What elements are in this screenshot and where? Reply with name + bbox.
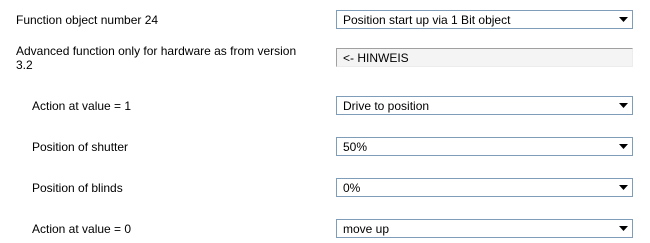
action-value-0-label: Action at value = 0 (32, 222, 132, 236)
position-blinds-dropdown[interactable]: 0% (336, 178, 633, 197)
action-value-1-dropdown[interactable]: Drive to position (336, 96, 633, 115)
position-blinds-label: Position of blinds (32, 181, 123, 195)
action-value-1-value: Drive to position (343, 99, 430, 113)
chevron-down-icon[interactable] (616, 98, 631, 113)
function-object-label: Function object number 24 (16, 13, 159, 27)
position-blinds-value: 0% (343, 181, 361, 195)
chevron-down-icon[interactable] (616, 221, 631, 236)
function-object-dropdown[interactable]: Position start up via 1 Bit object (336, 10, 633, 29)
chevron-down-icon[interactable] (616, 12, 631, 27)
position-shutter-dropdown[interactable]: 50% (336, 137, 633, 156)
chevron-down-icon[interactable] (616, 139, 631, 154)
hinweis-text: <- HINWEIS (343, 51, 409, 65)
position-shutter-label: Position of shutter (32, 140, 129, 154)
function-object-value: Position start up via 1 Bit object (343, 13, 511, 27)
chevron-down-icon[interactable] (616, 180, 631, 195)
advanced-function-label: Advanced function only for hardware as f… (16, 44, 297, 72)
action-value-0-value: move up (343, 222, 390, 236)
hinweis-info-field: <- HINWEIS (336, 48, 633, 67)
action-value-1-label: Action at value = 1 (32, 99, 132, 113)
position-shutter-value: 50% (343, 140, 368, 154)
action-value-0-dropdown[interactable]: move up (336, 219, 633, 238)
